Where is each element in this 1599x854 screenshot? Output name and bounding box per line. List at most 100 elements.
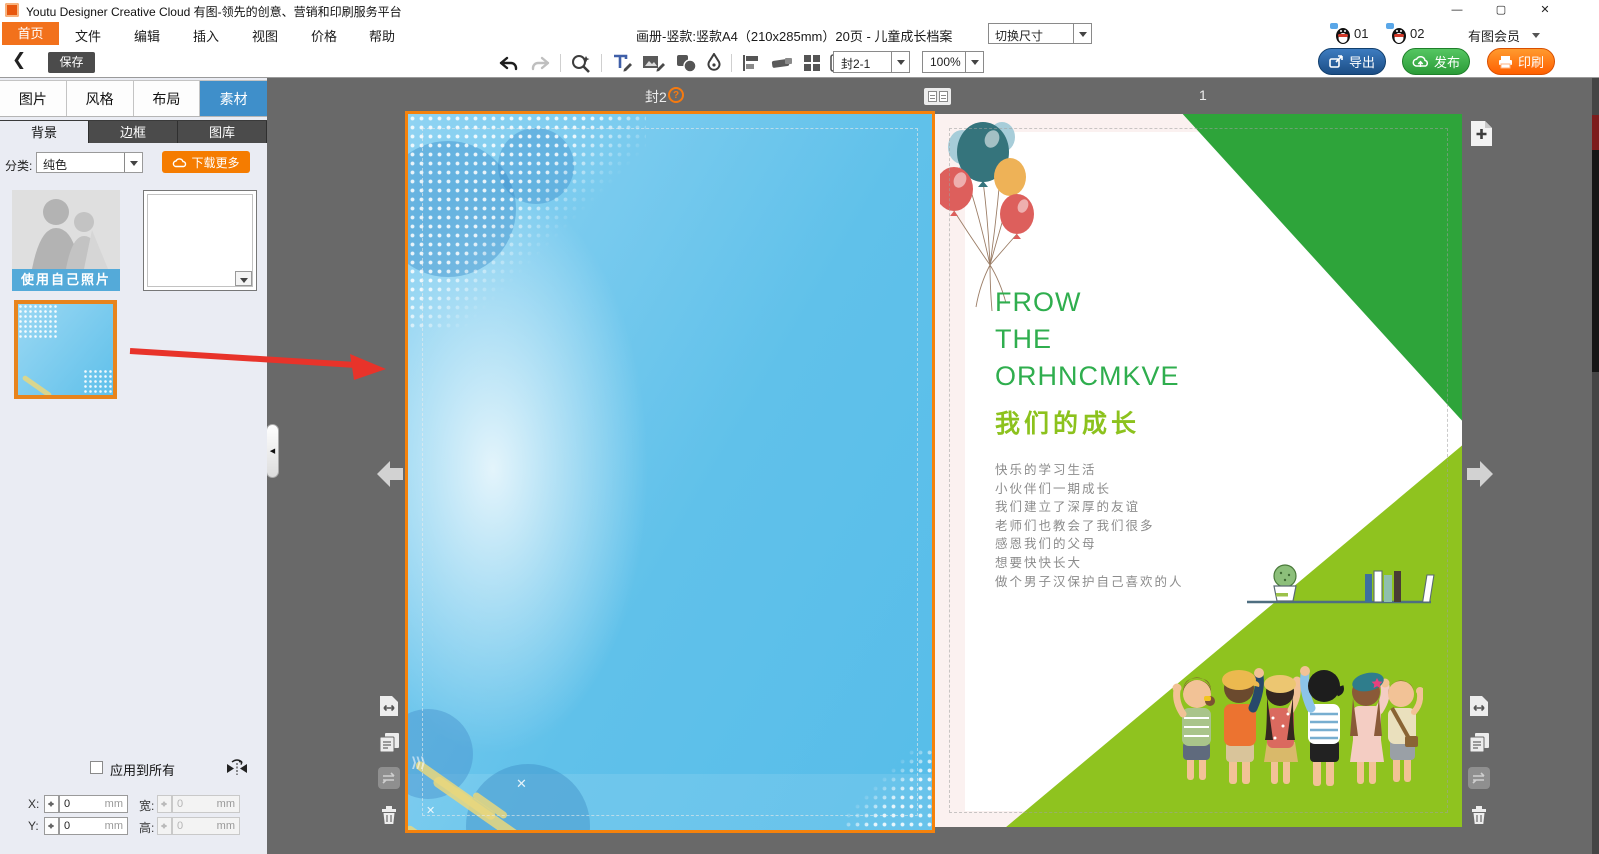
switch-size-dropdown[interactable]: 切换尺寸 [988, 23, 1092, 44]
apply-to-all-checkbox[interactable] [90, 761, 103, 774]
qq-account-2[interactable]: 02 [1386, 23, 1408, 45]
toolbar-divider [731, 54, 732, 72]
pen-tool-icon[interactable] [706, 53, 722, 73]
next-page-arrow[interactable] [1467, 461, 1493, 487]
shape-combine-icon[interactable] [675, 53, 697, 73]
titlebar: Youtu Designer Creative Cloud 有图-领先的创意、营… [0, 0, 1599, 20]
y-label: Y: [28, 819, 39, 833]
copy-page-icon[interactable] [1468, 731, 1490, 753]
subtab-gallery[interactable]: 图库 [178, 121, 267, 143]
close-button[interactable]: ✕ [1528, 0, 1562, 20]
page-selector-dropdown[interactable]: 封2-1 [833, 51, 910, 73]
qq-account-2-label: 02 [1410, 26, 1424, 41]
tab-layout[interactable]: 布局 [134, 81, 201, 116]
couple-silhouette [12, 190, 120, 269]
zoom-value: 100% [930, 55, 961, 69]
menu-price[interactable]: 价格 [311, 26, 337, 45]
tab-assets[interactable]: 素材 [200, 81, 267, 116]
measure-icon[interactable] [770, 54, 794, 72]
app-window: Youtu Designer Creative Cloud 有图-领先的创意、营… [0, 0, 1599, 854]
category-dropdown[interactable]: 纯色 [36, 152, 143, 173]
canvas-area: ◀ 封2 ? 1 [267, 78, 1599, 854]
asset-subtabs: 背景 边框 图库 [0, 120, 267, 143]
swap-page-icon-disabled [378, 767, 400, 789]
app-icon [5, 3, 19, 17]
document-title: 画册-竖款:竖款A4（210x285mm）20页 - 儿童成长档案 [636, 26, 952, 45]
page-selector-value: 封2-1 [841, 55, 870, 72]
x-value: 0 [64, 798, 70, 810]
qq-penguin-icon [1330, 23, 1352, 45]
redo-icon[interactable] [529, 55, 551, 72]
right-page-cover-design[interactable]: FROW THE ORHNCMKVE 我们的成长 快乐的学习生活 小伙伴们一期成… [935, 114, 1462, 827]
download-more-button[interactable]: 下载更多 [162, 151, 250, 173]
panel-tabs: 图片 风格 布局 素材 [0, 80, 267, 117]
thumbnail-dropdown[interactable] [235, 271, 252, 286]
qq-account-1[interactable]: 01 [1330, 23, 1352, 45]
cloud-upload-icon [1412, 55, 1429, 68]
swap-page-icon-disabled [1468, 767, 1490, 789]
minimize-button[interactable]: — [1440, 0, 1474, 20]
copy-page-icon[interactable] [378, 731, 400, 753]
delete-page-icon[interactable] [378, 803, 400, 825]
x-field[interactable]: 0 mm [59, 795, 128, 813]
scrollbar-thumb[interactable] [1592, 150, 1599, 372]
x-stepper[interactable] [44, 795, 59, 813]
text-edit-icon[interactable] [611, 53, 633, 73]
member-dropdown[interactable]: 有图会员 [1468, 26, 1520, 45]
add-page-icon[interactable] [1470, 120, 1493, 152]
save-button[interactable]: 保存 [48, 52, 95, 73]
grid-view-icon[interactable] [803, 54, 821, 72]
magic-select-icon[interactable] [570, 53, 592, 73]
chevron-down-icon[interactable] [965, 52, 983, 72]
maximize-button[interactable]: ▢ [1484, 0, 1518, 20]
print-button[interactable]: 印刷 [1487, 48, 1555, 75]
menu-file[interactable]: 文件 [75, 26, 101, 45]
y-field[interactable]: 0 mm [59, 817, 128, 835]
menu-home[interactable]: 首页 [2, 22, 59, 45]
tab-styles[interactable]: 风格 [67, 81, 134, 116]
help-icon[interactable]: ? [668, 87, 684, 103]
publish-label: 发布 [1434, 52, 1460, 71]
dots-decoration [18, 304, 58, 340]
undo-icon[interactable] [498, 55, 520, 72]
qq-account-1-label: 01 [1354, 26, 1368, 41]
cloud-icon [172, 157, 187, 168]
page-resize-icon[interactable] [1468, 695, 1490, 717]
left-page-label: 封2 [645, 87, 667, 107]
panel-collapse-handle[interactable]: ◀ [267, 424, 279, 478]
tab-pictures[interactable]: 图片 [0, 81, 67, 116]
image-edit-icon[interactable] [642, 53, 666, 73]
spread-view-icon[interactable] [924, 88, 951, 105]
thumbnail-blank-background[interactable] [143, 190, 257, 291]
y-stepper[interactable] [44, 817, 59, 835]
height-field: 0 mm [172, 817, 240, 835]
width-stepper [157, 795, 172, 813]
left-page-blue-background-selected[interactable]: ✕ ✕ ⟩⟩⟩ [405, 111, 935, 833]
menu-view[interactable]: 视图 [252, 26, 278, 45]
width-field: 0 mm [172, 795, 240, 813]
flip-horizontal-icon[interactable] [226, 758, 248, 782]
menu-insert[interactable]: 插入 [193, 26, 219, 45]
use-own-photo-label: 使用自己照片 [12, 269, 120, 291]
width-label: 宽: [139, 797, 154, 814]
thumbnail-blue-background-selected[interactable] [14, 300, 117, 399]
align-objects-icon[interactable] [741, 53, 761, 73]
menu-edit[interactable]: 编辑 [134, 26, 160, 45]
delete-page-icon[interactable] [1468, 803, 1490, 825]
back-button[interactable]: ❮ [12, 50, 26, 70]
thumbnail-use-own-photo[interactable]: 使用自己照片 [12, 190, 120, 291]
export-button[interactable]: 导出 [1318, 48, 1386, 75]
page-resize-icon[interactable] [378, 695, 400, 717]
chevron-down-icon[interactable] [1073, 24, 1091, 43]
chevron-down-icon[interactable] [891, 52, 909, 72]
tool-icons [498, 50, 846, 76]
height-stepper [157, 817, 172, 835]
previous-page-arrow[interactable] [377, 461, 403, 487]
subtab-background[interactable]: 背景 [0, 121, 89, 143]
publish-button[interactable]: 发布 [1402, 48, 1470, 75]
menu-help[interactable]: 帮助 [369, 26, 395, 45]
height-label: 高: [139, 819, 154, 836]
chevron-down-icon[interactable] [124, 153, 142, 172]
zoom-dropdown[interactable]: 100% [922, 51, 984, 73]
subtab-border[interactable]: 边框 [89, 121, 178, 143]
